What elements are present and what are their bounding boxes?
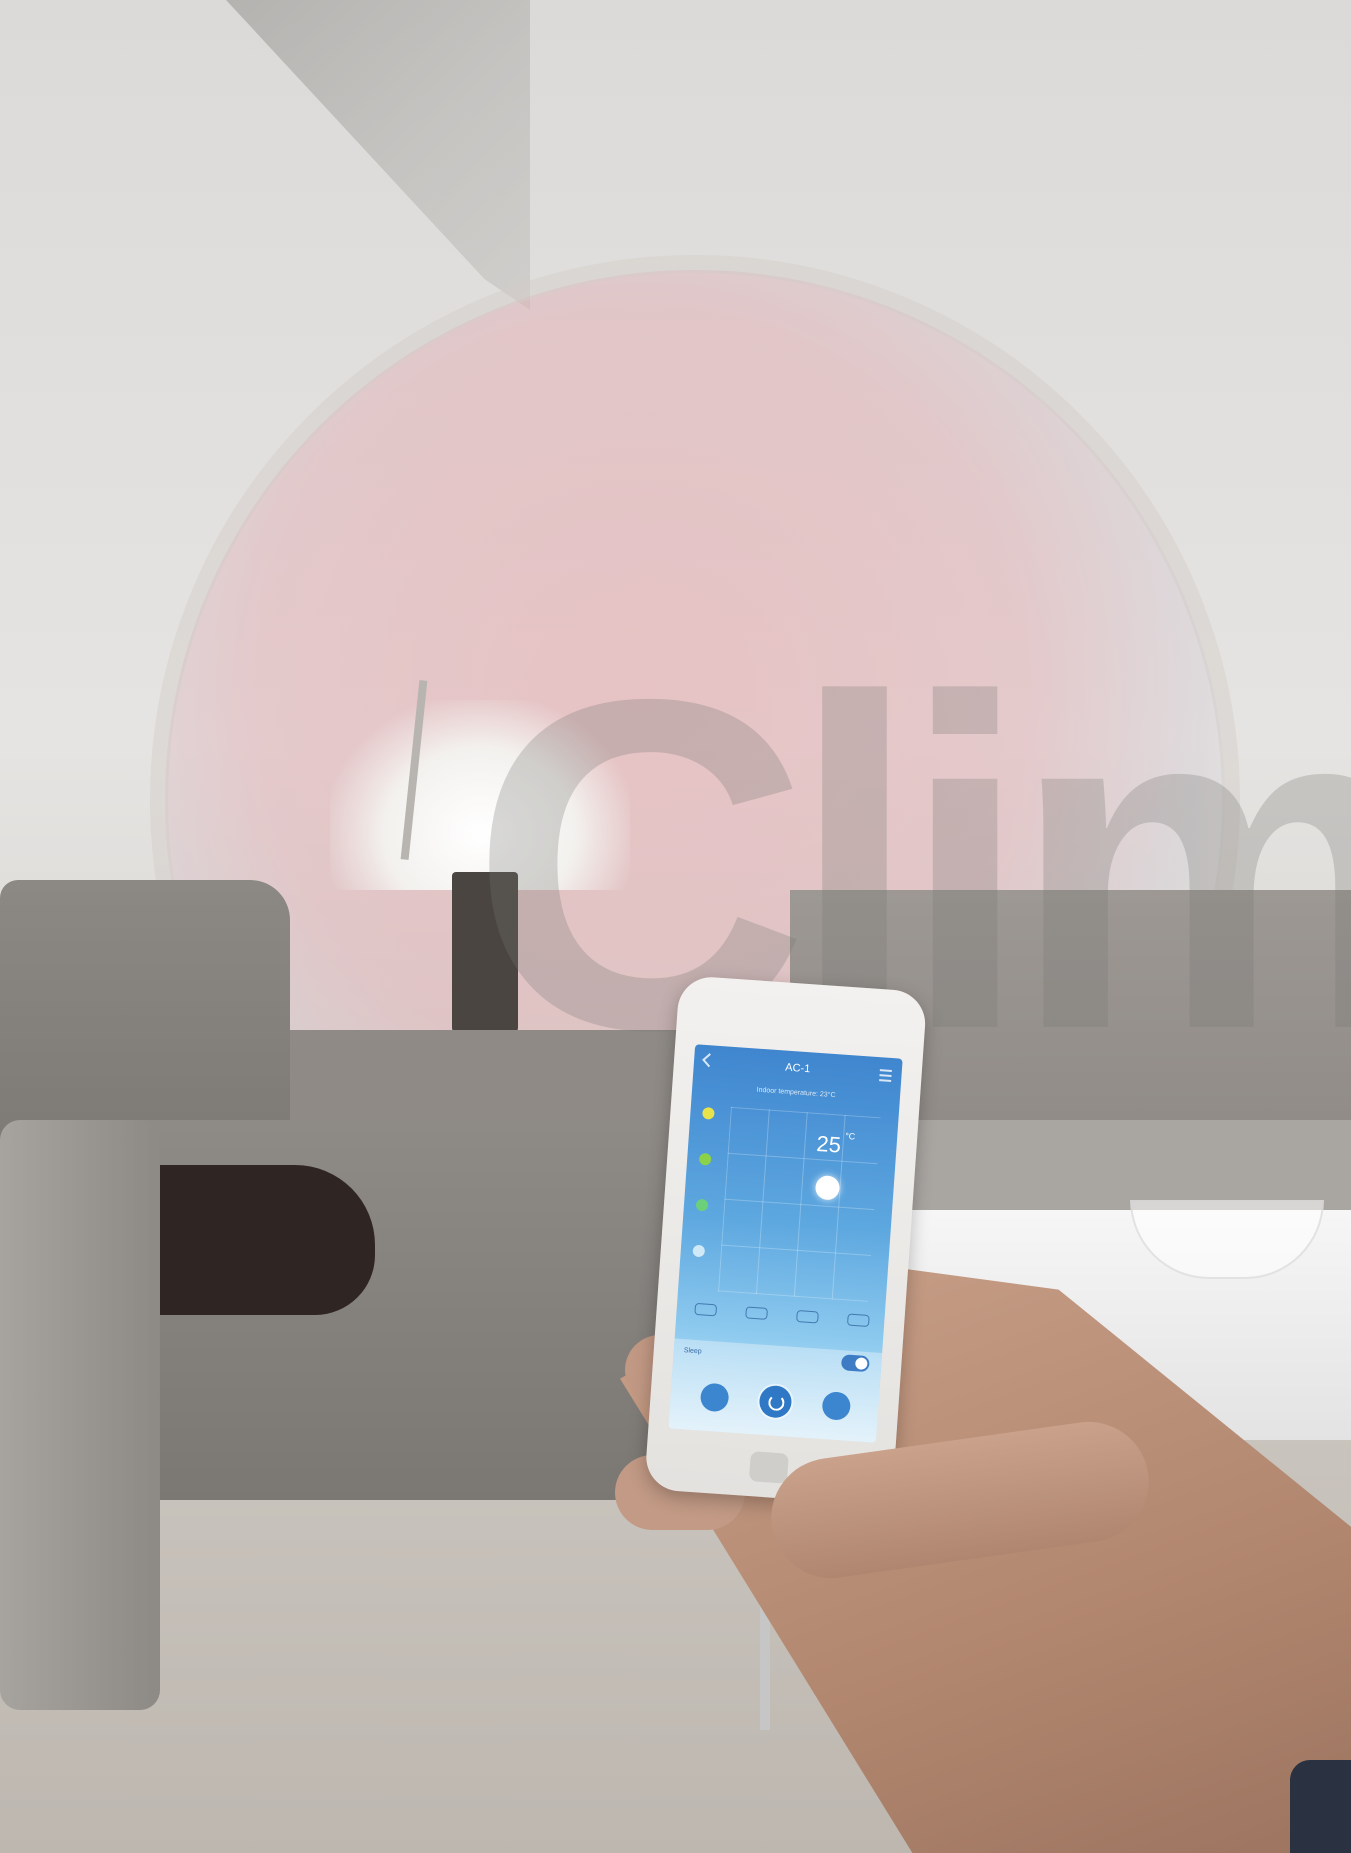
fan-speed-row [694, 1302, 870, 1328]
control-panel: Sleep [668, 1338, 883, 1443]
living-room-photo: Clima AC-1 Indoor temperature: 23°C 25 °… [0, 0, 1351, 1853]
mode-cool-icon[interactable] [698, 1152, 712, 1166]
app-screen: AC-1 Indoor temperature: 23°C 25 °C Slee… [668, 1044, 903, 1443]
back-arrow-icon[interactable] [702, 1053, 717, 1068]
power-button[interactable] [758, 1384, 793, 1419]
menu-icon[interactable] [879, 1069, 892, 1082]
sleeve [1290, 1760, 1351, 1853]
temperature-grid[interactable] [718, 1106, 881, 1302]
control-buttons [699, 1381, 852, 1423]
device-name: AC-1 [784, 1061, 811, 1076]
timer-button[interactable] [699, 1382, 730, 1413]
left-sofa-arm [0, 1120, 160, 1710]
swing-button[interactable] [821, 1391, 852, 1421]
fan-speed-auto-icon[interactable] [846, 1313, 870, 1328]
fan-speed-high-icon[interactable] [796, 1309, 819, 1324]
set-temperature: 25 [815, 1130, 842, 1158]
home-button[interactable] [748, 1451, 789, 1484]
smartphone: AC-1 Indoor temperature: 23°C 25 °C Slee… [644, 975, 928, 1507]
sleep-toggle[interactable] [840, 1354, 870, 1373]
sleep-toggle-label: Sleep [683, 1347, 702, 1356]
temperature-unit: °C [844, 1130, 856, 1142]
fan-speed-mid-icon[interactable] [745, 1306, 768, 1320]
mode-dry-icon[interactable] [695, 1198, 709, 1212]
mode-fan-icon[interactable] [692, 1244, 706, 1258]
fan-speed-low-icon[interactable] [694, 1302, 718, 1317]
mode-auto-icon[interactable] [702, 1106, 715, 1120]
